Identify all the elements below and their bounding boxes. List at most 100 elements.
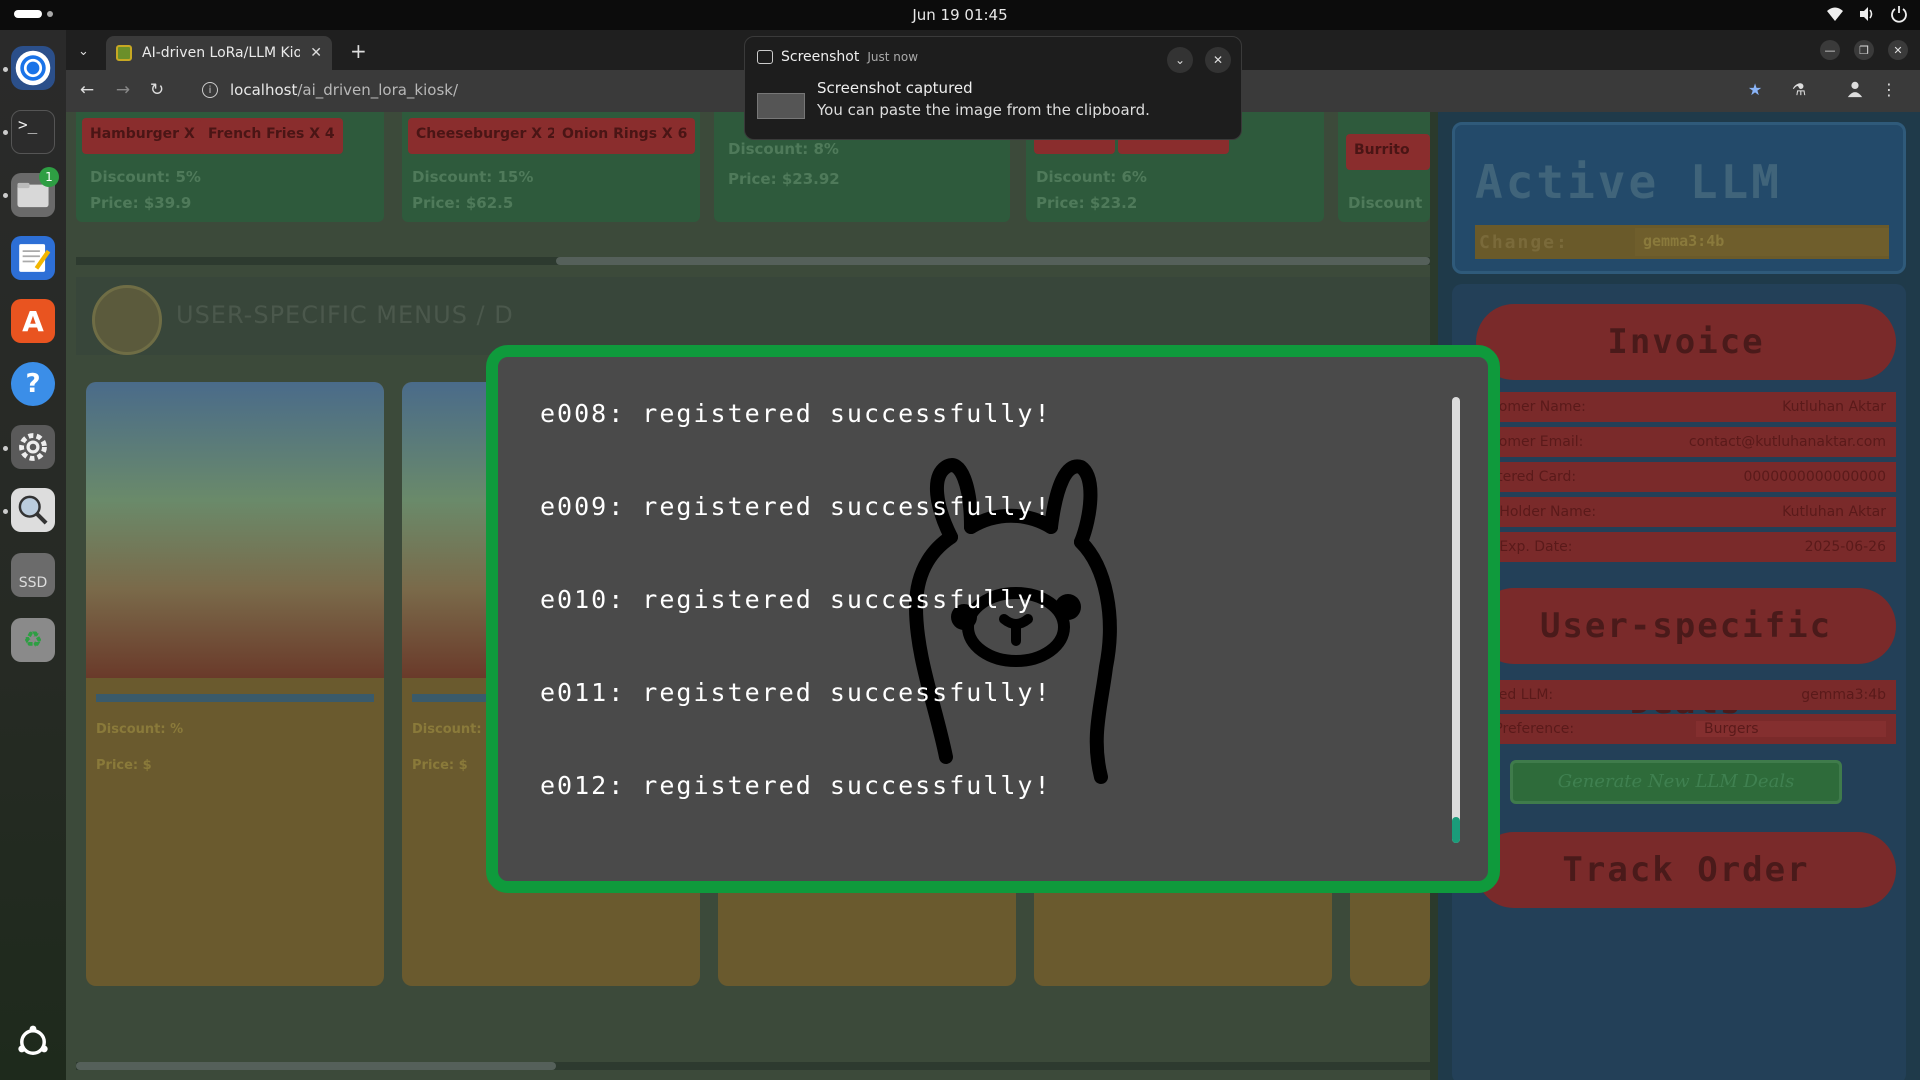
sidebar-panel: Active LLM Change: gemma3:4b Invoice sto…	[1438, 112, 1920, 1080]
scrollbar-thumb[interactable]	[76, 1062, 556, 1070]
log-line: e008: registered successfully!	[540, 399, 1052, 428]
preference-select[interactable]: Burgers	[1696, 721, 1886, 737]
maximize-icon[interactable]: ❐	[1854, 40, 1874, 60]
llm-model-select[interactable]: gemma3:4b	[1635, 228, 1889, 256]
invoice-title: Invoice	[1476, 304, 1896, 380]
generate-deals-button[interactable]: Generate New LLM Deals	[1510, 760, 1842, 804]
order-card[interactable]: Burrito Discount	[1338, 112, 1430, 222]
app-center-app[interactable]: A	[11, 299, 55, 343]
invoice-value: 2025-06-26	[1804, 539, 1886, 555]
bookmark-star-icon[interactable]: ★	[1744, 80, 1766, 102]
invoice-value: Kutluhan Aktar	[1782, 399, 1886, 415]
menu-discount: Discount: %	[96, 722, 184, 737]
labs-flask-icon[interactable]: ⚗	[1788, 80, 1810, 102]
volume-icon	[1858, 5, 1876, 23]
scrollbar-thumb[interactable]	[556, 257, 1430, 265]
disk-app[interactable]: SSD	[11, 553, 55, 597]
gear-icon	[19, 433, 47, 461]
system-tray[interactable]	[1826, 5, 1908, 23]
invoice-value: 0000000000000000	[1743, 469, 1886, 485]
menu-price: Price: $	[412, 758, 468, 773]
search-app[interactable]	[11, 488, 55, 532]
registration-log-modal: e008: registered successfully! e009: reg…	[486, 345, 1500, 893]
text-editor-app[interactable]	[11, 236, 55, 280]
invoice-row: istered Card: 0000000000000000	[1476, 462, 1896, 492]
terminal-app[interactable]: >_	[11, 110, 55, 154]
dismiss-close-icon[interactable]: ✕	[1205, 47, 1231, 73]
help-app[interactable]: ?	[11, 362, 55, 406]
url-host: localhost	[230, 81, 298, 99]
tab-search-chevron-icon[interactable]: ⌄	[78, 44, 94, 60]
files-app[interactable]: 1	[11, 167, 59, 217]
invoice-key: d Holder Name:	[1486, 504, 1597, 520]
log-line: e011: registered successfully!	[540, 678, 1052, 707]
order-price: Price: $23.92	[728, 170, 840, 188]
order-discount: Discount	[1348, 194, 1423, 212]
close-window-icon[interactable]: ✕	[1888, 40, 1908, 60]
clock[interactable]: Jun 19 01:45	[0, 6, 1920, 24]
tab-title: AI-driven LoRa/LLM Kios	[142, 45, 301, 61]
invoice-row: d Exp. Date: 2025-06-26	[1476, 532, 1896, 562]
order-price: Price: $39.9	[90, 194, 192, 212]
orders-horizontal-scrollbar[interactable]	[76, 257, 1430, 265]
details-panel: Invoice stomer Name: Kutluhan Aktar stome…	[1452, 284, 1906, 1080]
site-info-icon[interactable]: i	[202, 82, 218, 98]
help-icon: ?	[25, 369, 41, 399]
invoice-value: Kutluhan Aktar	[1782, 504, 1886, 520]
deals-title: User-specific Deals	[1476, 588, 1896, 722]
log-line: e009: registered successfully!	[540, 492, 1052, 521]
trash-app[interactable]: ♻	[11, 618, 55, 662]
log-vertical-scrollbar[interactable]	[1452, 397, 1460, 843]
chrome-app[interactable]	[11, 46, 55, 90]
invoice-key: stomer Email:	[1486, 434, 1584, 450]
expand-chevron-icon[interactable]: ⌄	[1167, 47, 1193, 73]
scrollbar-thumb[interactable]	[1452, 817, 1460, 843]
order-discount: Discount: 15%	[412, 168, 534, 186]
recycle-icon: ♻	[23, 627, 43, 653]
dock: >_ 1 A ? SSD ♻	[0, 30, 66, 1080]
llm-change-label: Change:	[1479, 231, 1569, 253]
favicon-icon	[116, 45, 132, 61]
notification-title: Screenshot captured	[817, 79, 973, 97]
show-apps-button[interactable]	[11, 1020, 55, 1064]
tab-close-icon[interactable]: ✕	[310, 45, 322, 61]
settings-app[interactable]	[11, 425, 55, 469]
screenshot-app-icon	[757, 50, 773, 64]
reload-icon[interactable]: ↻	[146, 80, 168, 100]
url-path: /ai_driven_lora_kiosk/	[297, 81, 459, 99]
order-price: Price: $62.5	[412, 194, 514, 212]
chrome-icon	[15, 50, 51, 86]
order-item-chip: Onion Rings X 6	[554, 118, 696, 154]
order-item-chip: French Fries X 4	[200, 118, 343, 154]
profile-icon[interactable]	[1844, 80, 1866, 102]
forward-arrow-icon[interactable]: →	[112, 80, 134, 100]
log-line: e010: registered successfully!	[540, 585, 1052, 614]
enabled-llm-value: gemma3:4b	[1801, 687, 1886, 703]
new-tab-plus-icon[interactable]: +	[350, 39, 367, 63]
tab-kiosk[interactable]: AI-driven LoRa/LLM Kios ✕	[106, 36, 332, 70]
menu-card[interactable]: Discount: % Price: $	[86, 382, 384, 986]
order-card[interactable]: Cheeseburger X 2 Onion Rings X 6 Discoun…	[402, 112, 700, 222]
screenshot-thumbnail	[757, 93, 805, 119]
running-indicator	[3, 193, 8, 198]
order-card[interactable]: Hamburger X 2 French Fries X 4 Discount:…	[76, 112, 384, 222]
section-header: USER-SPECIFIC MENUS / D	[76, 277, 1430, 355]
order-discount: Discount: 8%	[728, 140, 839, 158]
notification-app-name: Screenshot	[781, 49, 860, 65]
order-item-chip: Burrito	[1346, 134, 1430, 170]
back-arrow-icon[interactable]: ←	[76, 80, 98, 100]
log-line: e012: registered successfully!	[540, 771, 1052, 800]
minimize-icon[interactable]: —	[1820, 40, 1840, 60]
ubuntu-logo-icon	[18, 1025, 48, 1055]
screenshot-notification[interactable]: Screenshot Just now ⌄ ✕ Screenshot captu…	[744, 36, 1242, 140]
menu-kebab-icon[interactable]: ⋮	[1878, 80, 1900, 102]
section-title: USER-SPECIFIC MENUS / D	[176, 301, 514, 329]
menu-card-image	[86, 382, 384, 678]
track-order-title[interactable]: Track Order	[1476, 832, 1896, 908]
active-llm-title: Active LLM	[1475, 155, 1782, 209]
menus-horizontal-scrollbar[interactable]	[76, 1062, 1430, 1070]
terminal-icon: >_	[18, 115, 38, 134]
text-editor-icon	[19, 244, 51, 272]
deals-row: bled LLM: gemma3:4b	[1476, 680, 1896, 710]
notification-time: Just now	[867, 50, 919, 64]
